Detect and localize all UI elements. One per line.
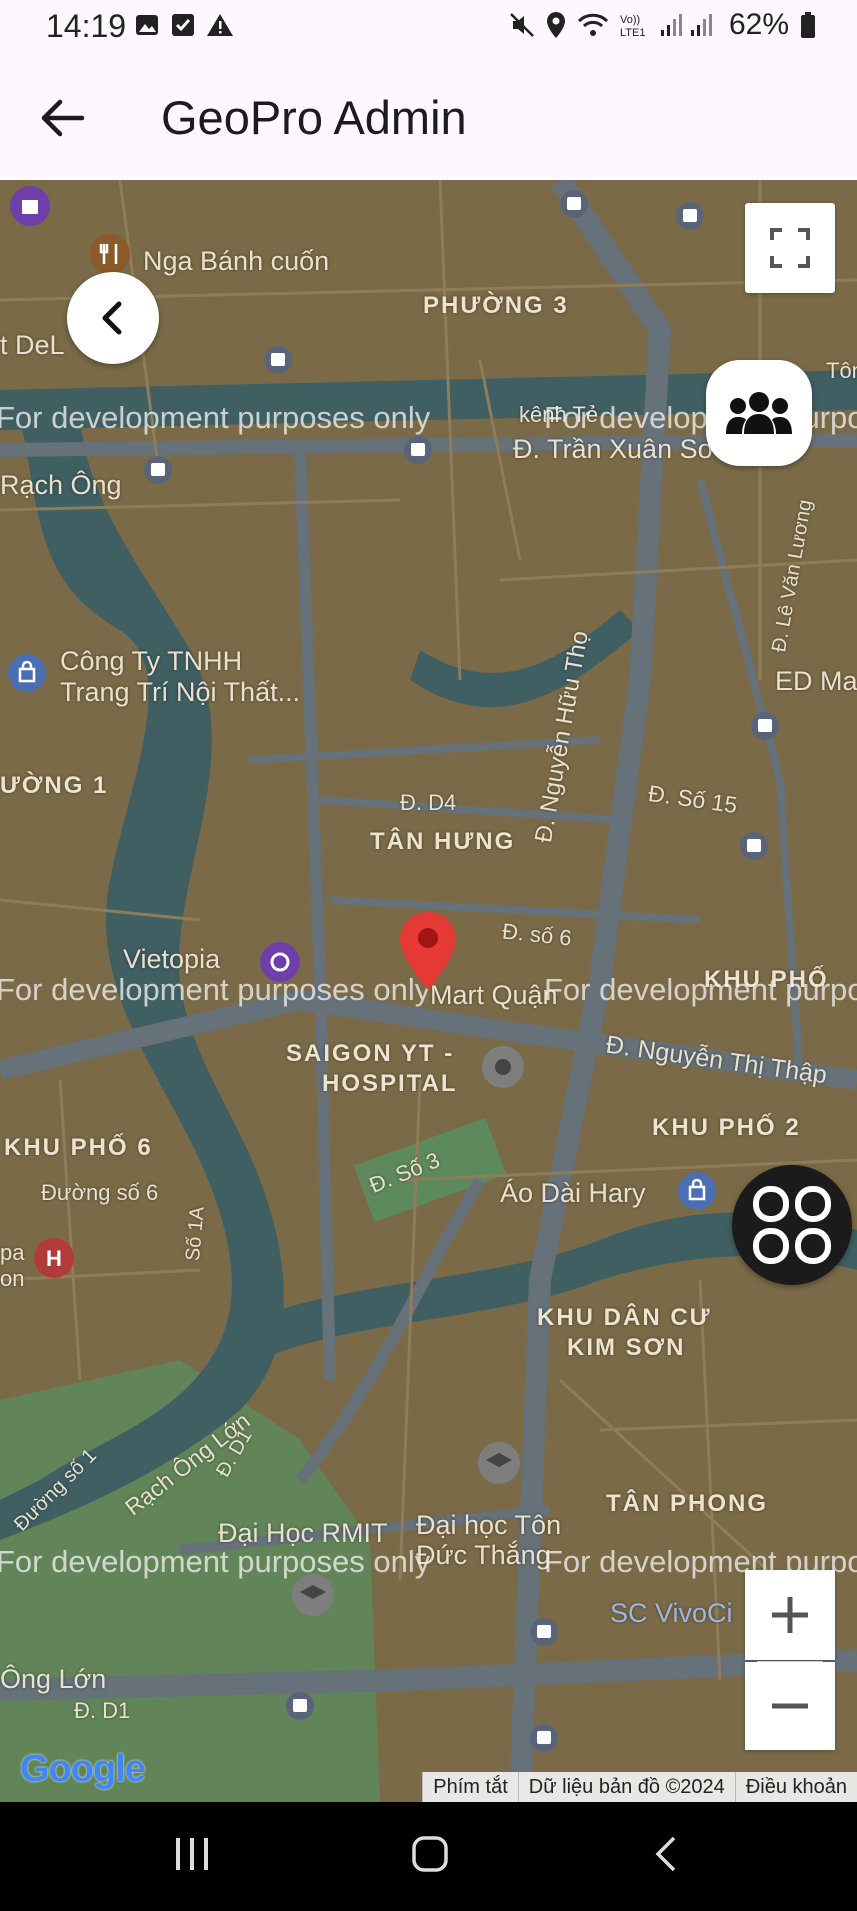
bus-stop-icon[interactable]: [749, 710, 781, 742]
map-label: Vietopia: [123, 944, 221, 974]
signal-icon: [660, 14, 712, 36]
status-time: 14:19: [46, 8, 127, 44]
dev-watermark: For development purposes only: [0, 972, 431, 1007]
map-label: Đ. D1: [74, 1698, 131, 1723]
bus-stop-icon[interactable]: [262, 344, 294, 376]
map-label: t DeL: [0, 330, 65, 360]
status-bar: 14:19 Vo)) LTE1 62%: [0, 0, 857, 56]
map-label: pa: [0, 1240, 25, 1265]
map-label: KIM SƠN: [567, 1334, 686, 1361]
chevron-left-icon: [102, 301, 122, 335]
landmark-icon[interactable]: [8, 184, 52, 228]
users-button[interactable]: [706, 360, 812, 466]
bus-stop-icon[interactable]: [528, 1722, 560, 1754]
svg-text:H: H: [46, 1246, 62, 1271]
terms-link[interactable]: Điều khoản: [734, 1772, 857, 1802]
check-icon: [172, 14, 194, 36]
lte-icon: Vo))LTE1: [620, 14, 645, 39]
bus-stop-icon[interactable]: [558, 188, 590, 220]
group-icon: [726, 392, 792, 434]
map-label: Áo Dài Hary: [500, 1178, 646, 1208]
recents-icon: [176, 1838, 208, 1870]
back-chevron-icon: [655, 1836, 676, 1872]
map-label: Tôn: [826, 358, 857, 383]
shopping-icon[interactable]: [6, 652, 48, 694]
image-icon: [136, 15, 158, 35]
alert-icon: [207, 14, 233, 36]
map-label: Đ. D4: [400, 790, 457, 815]
map-label: Công Ty TNHH: [60, 646, 243, 676]
map-label: Trang Trí Nội Thất...: [60, 677, 301, 707]
fullscreen-button[interactable]: [745, 203, 835, 293]
map-view[interactable]: Nga Bánh cuốn PHƯỜNG 3 t DeL Rạch Ông Đ.…: [0, 180, 857, 1802]
grid-icon: [753, 1186, 831, 1264]
battery-icon: [801, 12, 815, 38]
app-bar: GeoPro Admin: [0, 56, 857, 180]
system-nav-bar: [0, 1802, 857, 1911]
mute-icon: [510, 13, 534, 37]
location-marker-icon[interactable]: [398, 910, 458, 992]
menu-grid-button[interactable]: [732, 1165, 852, 1285]
map-label: on: [0, 1266, 25, 1291]
dev-watermark: For development purposes only: [0, 400, 431, 435]
map-label: KHU PHỐ 2: [652, 1114, 801, 1141]
recent-apps-button[interactable]: [174, 1834, 210, 1879]
back-arrow-icon[interactable]: [30, 86, 94, 150]
back-nav-button[interactable]: [652, 1834, 682, 1879]
svg-text:Vo)): Vo)): [620, 14, 640, 26]
map-label: Nga Bánh cuốn: [143, 246, 330, 276]
page-title: GeoPro Admin: [161, 91, 467, 144]
bus-stop-icon[interactable]: [284, 1690, 316, 1722]
dev-watermark: For development purposes only: [0, 1544, 431, 1579]
home-button[interactable]: [410, 1834, 450, 1879]
map-label: SAIGON YT -: [286, 1040, 455, 1067]
fullscreen-icon: [770, 228, 810, 268]
map-label: Rạch Ông: [0, 470, 122, 500]
zoom-out-button[interactable]: [745, 1662, 835, 1750]
home-icon: [412, 1836, 448, 1872]
map-label: Ông Lớn: [0, 1664, 107, 1694]
map-label: TÂN HƯNG: [370, 828, 516, 855]
dev-watermark: For development purposes only: [544, 972, 857, 1007]
location-icon: [546, 12, 565, 38]
svg-text:LTE1: LTE1: [620, 27, 645, 39]
bus-stop-icon[interactable]: [142, 454, 174, 486]
map-label: HOSPITAL: [322, 1070, 458, 1097]
map-label: Số 1A: [182, 1205, 209, 1262]
google-logo: Google: [20, 1748, 146, 1790]
school-icon[interactable]: [476, 1440, 522, 1486]
map-label: ED Ma: [775, 666, 857, 696]
bus-stop-icon[interactable]: [402, 434, 434, 466]
map-label: Đại học Tôn: [416, 1510, 562, 1540]
minus-icon: [772, 1703, 808, 1709]
zoom-in-button[interactable]: [745, 1570, 835, 1660]
battery-percent: 62%: [728, 8, 789, 41]
map-attribution: Phím tắt Dữ liệu bản đồ ©2024 Điều khoản: [422, 1772, 857, 1802]
map-back-button[interactable]: [67, 272, 159, 364]
map-label: SC VivoCi: [610, 1598, 733, 1628]
plus-icon: [772, 1597, 808, 1633]
bus-stop-icon[interactable]: [738, 830, 770, 862]
map-label: Đường số 6: [41, 1180, 159, 1205]
restaurant-icon[interactable]: [88, 232, 132, 276]
map-data-link[interactable]: Dữ liệu bản đồ ©2024: [517, 1772, 735, 1802]
map-label: KHU DÂN CƯ: [537, 1304, 712, 1331]
map-label: TÂN PHONG: [606, 1490, 768, 1517]
map-label: PHƯỜNG 3: [423, 292, 569, 319]
store-icon[interactable]: [676, 1170, 718, 1212]
map-label: ƯỜNG 1: [0, 772, 109, 799]
hospital-icon[interactable]: H: [32, 1236, 76, 1280]
bus-stop-icon[interactable]: [528, 1616, 560, 1648]
wifi-icon: [577, 13, 609, 36]
keyboard-shortcuts-link[interactable]: Phím tắt: [422, 1772, 517, 1802]
map-label: Đức Thắng: [416, 1540, 551, 1570]
map-label: KHU PHỐ 6: [4, 1134, 153, 1161]
bus-stop-icon[interactable]: [674, 200, 706, 232]
hospital-poi-icon[interactable]: [480, 1044, 526, 1090]
map-label: Đ. Trần Xuân So: [513, 434, 713, 464]
